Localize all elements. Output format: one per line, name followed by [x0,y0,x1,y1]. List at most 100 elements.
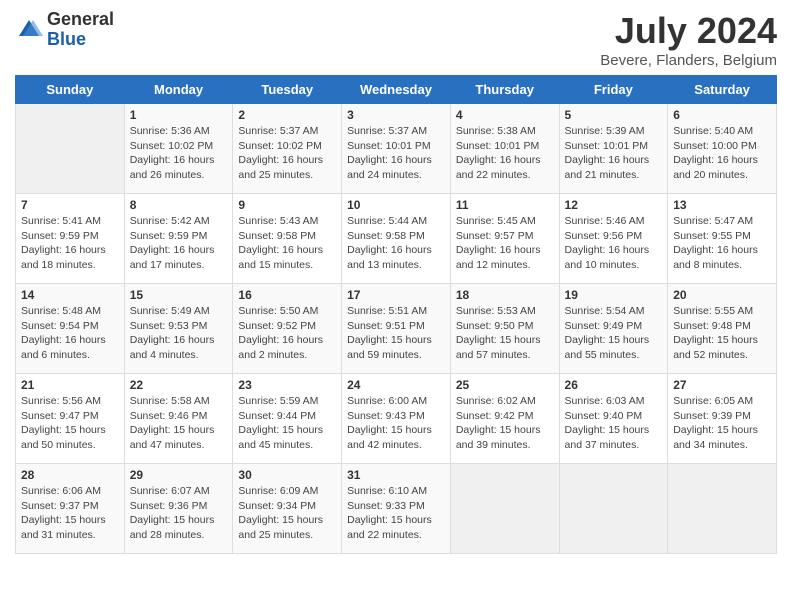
day-number: 3 [347,108,445,122]
calendar-cell: 20 Sunrise: 5:55 AMSunset: 9:48 PMDayligh… [668,284,777,374]
day-number: 29 [130,468,228,482]
calendar-cell: 9 Sunrise: 5:43 AMSunset: 9:58 PMDaylight… [233,194,342,284]
cell-content: Sunrise: 5:42 AMSunset: 9:59 PMDaylight:… [130,214,228,273]
day-number: 24 [347,378,445,392]
cell-content: Sunrise: 5:55 AMSunset: 9:48 PMDaylight:… [673,304,771,363]
day-number: 4 [456,108,554,122]
page-header: General Blue July 2024 Bevere, Flanders,… [15,10,777,69]
calendar-week-row: 7 Sunrise: 5:41 AMSunset: 9:59 PMDaylight… [16,194,777,284]
calendar-week-row: 1Sunrise: 5:36 AMSunset: 10:02 PMDayligh… [16,104,777,194]
day-number: 18 [456,288,554,302]
cell-content: Sunrise: 6:09 AMSunset: 9:34 PMDaylight:… [238,484,336,543]
cell-content: Sunrise: 6:06 AMSunset: 9:37 PMDaylight:… [21,484,119,543]
cell-content: Sunrise: 6:07 AMSunset: 9:36 PMDaylight:… [130,484,228,543]
calendar-cell: 18 Sunrise: 5:53 AMSunset: 9:50 PMDayligh… [450,284,559,374]
day-number: 31 [347,468,445,482]
day-number: 11 [456,198,554,212]
calendar-cell: 30 Sunrise: 6:09 AMSunset: 9:34 PMDayligh… [233,464,342,554]
day-number: 27 [673,378,771,392]
calendar-cell: 29 Sunrise: 6:07 AMSunset: 9:36 PMDayligh… [124,464,233,554]
cell-content: Sunrise: 5:49 AMSunset: 9:53 PMDaylight:… [130,304,228,363]
calendar-cell: 3 Sunrise: 5:37 AMSunset: 10:01 PMDayligh… [342,104,451,194]
day-number: 9 [238,198,336,212]
cell-content: Sunrise: 5:43 AMSunset: 9:58 PMDaylight:… [238,214,336,273]
calendar-cell: 4 Sunrise: 5:38 AMSunset: 10:01 PMDayligh… [450,104,559,194]
day-number: 2 [238,108,336,122]
title-block: July 2024 Bevere, Flanders, Belgium [600,10,777,69]
day-header-sunday: Sunday [16,76,125,104]
day-header-monday: Monday [124,76,233,104]
cell-content: Sunrise: 5:39 AMSunset: 10:01 PMDaylight… [565,124,663,183]
cell-content: Sunrise: 6:00 AMSunset: 9:43 PMDaylight:… [347,394,445,453]
location: Bevere, Flanders, Belgium [600,52,777,69]
month-title: July 2024 [600,10,777,52]
calendar-cell: 12 Sunrise: 5:46 AMSunset: 9:56 PMDayligh… [559,194,668,284]
calendar-cell: 19Sunrise: 5:54 AMSunset: 9:49 PMDayligh… [559,284,668,374]
calendar-cell: 2 Sunrise: 5:37 AMSunset: 10:02 PMDayligh… [233,104,342,194]
calendar-cell: 26 Sunrise: 6:03 AMSunset: 9:40 PMDayligh… [559,374,668,464]
calendar-week-row: 21Sunrise: 5:56 AMSunset: 9:47 PMDayligh… [16,374,777,464]
calendar-table: SundayMondayTuesdayWednesdayThursdayFrid… [15,75,777,554]
cell-content: Sunrise: 5:48 AMSunset: 9:54 PMDaylight:… [21,304,119,363]
day-number: 6 [673,108,771,122]
cell-content: Sunrise: 5:40 AMSunset: 10:00 PMDaylight… [673,124,771,183]
calendar-cell: 11 Sunrise: 5:45 AMSunset: 9:57 PMDayligh… [450,194,559,284]
day-number: 26 [565,378,663,392]
cell-content: Sunrise: 6:03 AMSunset: 9:40 PMDaylight:… [565,394,663,453]
calendar-cell: 25Sunrise: 6:02 AMSunset: 9:42 PMDayligh… [450,374,559,464]
calendar-cell: 31 Sunrise: 6:10 AMSunset: 9:33 PMDayligh… [342,464,451,554]
calendar-cell: 14 Sunrise: 5:48 AMSunset: 9:54 PMDayligh… [16,284,125,374]
cell-content: Sunrise: 5:53 AMSunset: 9:50 PMDaylight:… [456,304,554,363]
day-number: 15 [130,288,228,302]
cell-content: Sunrise: 5:38 AMSunset: 10:01 PMDaylight… [456,124,554,183]
day-number: 17 [347,288,445,302]
calendar-cell [450,464,559,554]
calendar-cell: 17 Sunrise: 5:51 AMSunset: 9:51 PMDayligh… [342,284,451,374]
calendar-cell: 10Sunrise: 5:44 AMSunset: 9:58 PMDayligh… [342,194,451,284]
cell-content: Sunrise: 5:51 AMSunset: 9:51 PMDaylight:… [347,304,445,363]
day-number: 8 [130,198,228,212]
calendar-cell: 7 Sunrise: 5:41 AMSunset: 9:59 PMDaylight… [16,194,125,284]
calendar-cell: 5 Sunrise: 5:39 AMSunset: 10:01 PMDayligh… [559,104,668,194]
cell-content: Sunrise: 5:41 AMSunset: 9:59 PMDaylight:… [21,214,119,273]
cell-content: Sunrise: 5:45 AMSunset: 9:57 PMDaylight:… [456,214,554,273]
day-number: 10 [347,198,445,212]
day-header-friday: Friday [559,76,668,104]
day-number: 30 [238,468,336,482]
cell-content: Sunrise: 6:10 AMSunset: 9:33 PMDaylight:… [347,484,445,543]
calendar-header-row: SundayMondayTuesdayWednesdayThursdayFrid… [16,76,777,104]
day-number: 7 [21,198,119,212]
day-number: 21 [21,378,119,392]
day-header-wednesday: Wednesday [342,76,451,104]
calendar-cell: 16 Sunrise: 5:50 AMSunset: 9:52 PMDayligh… [233,284,342,374]
calendar-cell: 1Sunrise: 5:36 AMSunset: 10:02 PMDayligh… [124,104,233,194]
day-number: 20 [673,288,771,302]
calendar-cell: 21Sunrise: 5:56 AMSunset: 9:47 PMDayligh… [16,374,125,464]
day-number: 22 [130,378,228,392]
logo-general: General [47,10,114,30]
day-number: 16 [238,288,336,302]
cell-content: Sunrise: 5:54 AMSunset: 9:49 PMDaylight:… [565,304,663,363]
cell-content: Sunrise: 5:59 AMSunset: 9:44 PMDaylight:… [238,394,336,453]
calendar-cell [16,104,125,194]
day-header-thursday: Thursday [450,76,559,104]
cell-content: Sunrise: 5:37 AMSunset: 10:02 PMDaylight… [238,124,336,183]
calendar-cell: 24 Sunrise: 6:00 AMSunset: 9:43 PMDayligh… [342,374,451,464]
day-number: 14 [21,288,119,302]
calendar-week-row: 28 Sunrise: 6:06 AMSunset: 9:37 PMDayligh… [16,464,777,554]
day-number: 5 [565,108,663,122]
cell-content: Sunrise: 5:37 AMSunset: 10:01 PMDaylight… [347,124,445,183]
day-number: 25 [456,378,554,392]
calendar-cell [559,464,668,554]
calendar-week-row: 14 Sunrise: 5:48 AMSunset: 9:54 PMDayligh… [16,284,777,374]
day-header-tuesday: Tuesday [233,76,342,104]
logo-icon [15,16,43,44]
cell-content: Sunrise: 5:46 AMSunset: 9:56 PMDaylight:… [565,214,663,273]
day-header-saturday: Saturday [668,76,777,104]
day-number: 28 [21,468,119,482]
day-number: 23 [238,378,336,392]
day-number: 12 [565,198,663,212]
cell-content: Sunrise: 5:36 AMSunset: 10:02 PMDaylight… [130,124,228,183]
cell-content: Sunrise: 5:50 AMSunset: 9:52 PMDaylight:… [238,304,336,363]
cell-content: Sunrise: 5:58 AMSunset: 9:46 PMDaylight:… [130,394,228,453]
